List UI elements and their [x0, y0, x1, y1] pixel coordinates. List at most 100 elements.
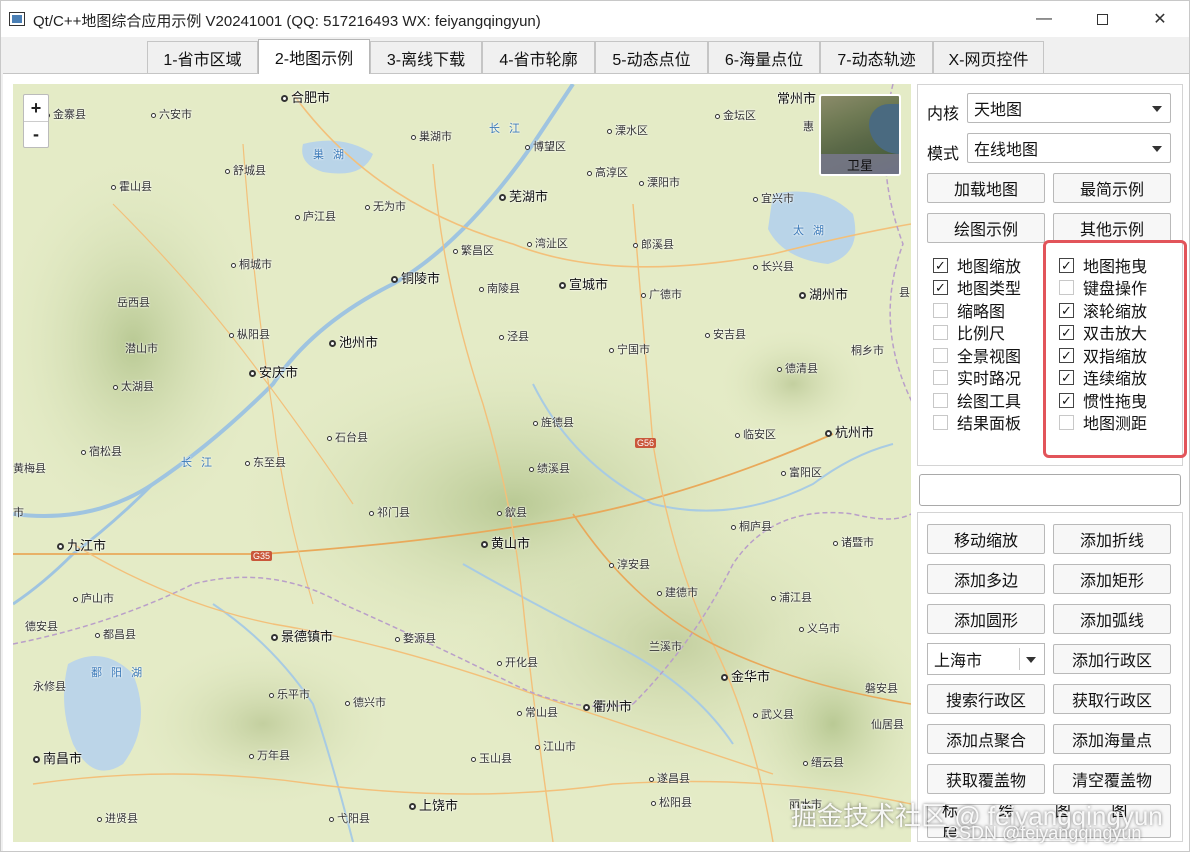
- map-label: 武义县: [753, 706, 794, 722]
- map-label: 安庆市: [249, 362, 298, 381]
- search-district-button[interactable]: 搜索行政区: [927, 684, 1045, 714]
- map-label: 舒城县: [225, 162, 266, 178]
- map-label: 进贤县: [97, 810, 138, 826]
- watermark-csdn: CSDN @feiyangqingyun: [946, 823, 1142, 843]
- tab-dynamic-track[interactable]: 7-动态轨迹: [820, 41, 933, 73]
- tab-map-demo[interactable]: 2-地图示例: [258, 39, 370, 74]
- checkbox-thumbnail[interactable]: 缩略图: [933, 299, 1005, 321]
- map-label: 都昌县: [95, 626, 136, 642]
- map-label: 德兴市: [345, 694, 386, 710]
- map-label: 桐乡市: [851, 345, 884, 357]
- close-icon: ✕: [1153, 11, 1167, 28]
- tab-offline-download[interactable]: 3-离线下载: [370, 41, 482, 73]
- add-arc-button[interactable]: 添加弧线: [1053, 604, 1171, 634]
- kernel-select[interactable]: 天地图: [967, 93, 1171, 123]
- simplest-demo-button[interactable]: 最简示例: [1053, 173, 1171, 203]
- map-label: 霍山县: [111, 178, 152, 194]
- map-label: 繁昌区: [453, 242, 494, 258]
- add-cluster-button[interactable]: 添加点聚合: [927, 724, 1045, 754]
- get-district-button[interactable]: 获取行政区: [1053, 684, 1171, 714]
- city-select[interactable]: 上海市: [927, 643, 1045, 675]
- tab-province-region[interactable]: 1-省市区域: [147, 41, 258, 73]
- close-button[interactable]: ✕: [1137, 1, 1183, 37]
- map-label: 旌德县: [533, 414, 574, 430]
- map-label: 仙居县: [871, 719, 904, 731]
- map-label: 诸暨市: [833, 534, 874, 550]
- checkbox-panorama[interactable]: 全景视图: [933, 344, 1021, 366]
- map-label: 潜山市: [125, 343, 158, 355]
- map-label: 德安县: [25, 621, 58, 633]
- maximize-icon: [1096, 13, 1108, 25]
- satellite-layer-button[interactable]: 卫星: [819, 94, 901, 176]
- map-label: 芜湖市: [499, 186, 548, 205]
- checkbox-label: 缩略图: [957, 304, 1006, 321]
- checkbox-box: [933, 392, 948, 408]
- app-icon: [9, 12, 25, 26]
- zoom-out-button[interactable]: -: [24, 121, 48, 147]
- minimize-button[interactable]: —: [1021, 1, 1067, 37]
- map-label: 东至县: [245, 454, 286, 470]
- tab-web-control[interactable]: X-网页控件: [933, 41, 1044, 73]
- add-polygon-button[interactable]: 添加多边: [927, 564, 1045, 594]
- checkbox-map-zoom[interactable]: ✓ 地图缩放: [933, 254, 1021, 276]
- tab-massive-points[interactable]: 6-海量点位: [708, 41, 820, 73]
- satellite-thumbnail-icon: [869, 104, 899, 154]
- get-overlays-button[interactable]: 获取覆盖物: [927, 764, 1045, 794]
- checkbox-box: [933, 369, 948, 385]
- move-zoom-button[interactable]: 移动缩放: [927, 524, 1045, 554]
- map-label: 永修县: [33, 681, 66, 693]
- status-input[interactable]: [919, 474, 1181, 506]
- load-map-button[interactable]: 加载地图: [927, 173, 1045, 203]
- add-district-button[interactable]: 添加行政区: [1053, 644, 1171, 674]
- tab-province-outline[interactable]: 4-省市轮廓: [482, 41, 595, 73]
- map-label: 宣城市: [559, 274, 608, 293]
- chevron-down-icon: [1152, 146, 1162, 152]
- checkbox-map-type[interactable]: ✓ 地图类型: [933, 276, 1021, 298]
- map-label: 婺源县: [395, 630, 436, 646]
- checkbox-traffic[interactable]: 实时路况: [933, 366, 1021, 388]
- map-label: 枞阳县: [229, 326, 270, 342]
- checkbox-draw-tools[interactable]: 绘图工具: [933, 389, 1021, 411]
- clear-overlays-button[interactable]: 清空覆盖物: [1053, 764, 1171, 794]
- checkbox-box: [933, 302, 948, 318]
- map-label: 长 江: [489, 123, 524, 135]
- checkbox-label: 全景视图: [957, 349, 1022, 366]
- map-label: 义乌市: [799, 620, 840, 636]
- map-label: 溧水区: [607, 122, 648, 138]
- map-label: 开化县: [497, 654, 538, 670]
- map-label: 宿松县: [81, 443, 122, 459]
- add-mass-points-button[interactable]: 添加海量点: [1053, 724, 1171, 754]
- checkbox-label: 比例尺: [957, 326, 1006, 343]
- checkbox-result-panel[interactable]: 结果面板: [933, 411, 1021, 433]
- map-label: 金坛区: [715, 107, 756, 123]
- app-window: Qt/C++地图综合应用示例 V20241001 (QQ: 517216493 …: [0, 0, 1190, 852]
- kernel-label: 内核: [927, 106, 960, 123]
- map-view[interactable]: + - 卫星 合肥市 金寨县 六安市 巢湖市 巢 湖 舒城县 霍山县 庐江县 无…: [13, 84, 911, 842]
- checkbox-scale[interactable]: 比例尺: [933, 321, 1005, 343]
- maximize-button[interactable]: [1079, 1, 1125, 37]
- map-label: 桐城市: [231, 256, 272, 272]
- zoom-in-button[interactable]: +: [24, 95, 48, 121]
- chevron-down-icon: [1152, 106, 1162, 112]
- kernel-value: 天地图: [974, 102, 1023, 119]
- add-polyline-button[interactable]: 添加折线: [1053, 524, 1171, 554]
- map-label: 池州市: [329, 332, 378, 351]
- tab-dynamic-points[interactable]: 5-动态点位: [595, 41, 708, 73]
- map-label: 九江市: [57, 535, 106, 554]
- add-rectangle-button[interactable]: 添加矩形: [1053, 564, 1171, 594]
- map-label: 庐江县: [295, 208, 336, 224]
- other-demo-button[interactable]: 其他示例: [1053, 213, 1171, 243]
- draw-demo-button[interactable]: 绘图示例: [927, 213, 1045, 243]
- map-label: 金华市: [721, 666, 770, 685]
- map-label: 合肥市: [281, 87, 330, 106]
- mode-select[interactable]: 在线地图: [967, 133, 1171, 163]
- map-label: 长 江: [181, 457, 216, 469]
- map-label: 弋阳县: [329, 810, 370, 826]
- mode-value: 在线地图: [974, 142, 1039, 159]
- checkbox-box: [933, 324, 948, 340]
- map-label: 溧阳市: [639, 174, 680, 190]
- map-label: 铜陵市: [391, 268, 440, 287]
- map-label: 鄱 阳 湖: [91, 667, 146, 679]
- window-title: Qt/C++地图综合应用示例 V20241001 (QQ: 517216493 …: [33, 13, 541, 30]
- add-circle-button[interactable]: 添加圆形: [927, 604, 1045, 634]
